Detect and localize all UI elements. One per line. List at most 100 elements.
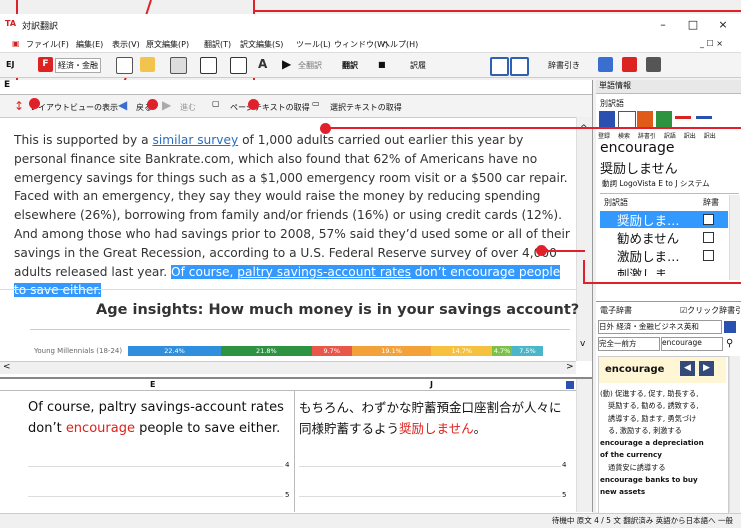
menu-source-edit[interactable]: 原文編集(P) (146, 39, 189, 50)
bookshelf-icon[interactable] (646, 57, 661, 72)
bar-segment-1: 22.4% (128, 346, 222, 356)
layout-horizontal-icon[interactable] (510, 57, 529, 76)
parallel-scrollbar[interactable] (576, 379, 592, 512)
article-text[interactable]: This is supported by a similar survey of… (14, 131, 570, 298)
direction-select[interactable]: EJ (6, 60, 14, 69)
horizontal-scrollbar[interactable]: < > (0, 361, 576, 374)
word-icon[interactable] (656, 111, 672, 127)
web-translate-button[interactable]: 訳履 (410, 60, 426, 71)
scroll-left-icon[interactable]: < (3, 362, 11, 372)
alt-item-4[interactable]: 刺激しま… (617, 264, 680, 276)
layout-columns-icon[interactable] (230, 57, 247, 74)
entry-line: 奨励する, 勧める, 誘致する, (608, 401, 699, 411)
dict-book-icon[interactable] (724, 321, 736, 333)
translate-button[interactable]: 翻訳 (342, 60, 358, 71)
line-number-4-right: 4 (562, 461, 567, 469)
inner-window-controls[interactable]: _ ☐ × (700, 39, 723, 48)
pdf-icon[interactable] (622, 57, 637, 72)
bar-segment-4: 19.1% (351, 346, 432, 356)
open-folder-icon[interactable] (140, 57, 155, 72)
click-lookup-checkbox[interactable]: ☑クリック辞書引 (680, 305, 741, 316)
alt-list-rule (600, 193, 739, 194)
sync-icon[interactable] (566, 381, 574, 389)
next-entry-button[interactable]: ▶ (699, 361, 714, 376)
match-select[interactable]: 完全一前方 (598, 337, 660, 351)
menu-file[interactable]: ファイル(F) (26, 39, 69, 50)
title-bar: TA 対訳翻訳 – □ × (0, 14, 741, 36)
alt-dict-icon-2 (703, 232, 714, 243)
edict-title: 電子辞書 (600, 306, 632, 315)
font-icon[interactable]: A (258, 57, 273, 72)
target-sentence[interactable]: もちろん、わずかな貯蓄預金口座割合が人々に同様貯蓄するよう奨励しません。 (299, 397, 571, 439)
menu-window[interactable]: ウィンドウ(W) (334, 39, 388, 50)
register-icon[interactable] (599, 111, 615, 127)
row-line-4-right (299, 466, 561, 467)
menu-help[interactable]: ヘルプ(H) (382, 39, 418, 50)
new-doc-icon[interactable] (116, 57, 133, 74)
close-button[interactable]: × (710, 17, 736, 33)
selection-text-icon: ▭ (312, 99, 320, 108)
similar-survey-link[interactable]: similar survey (152, 133, 238, 147)
translate-all-button[interactable]: 全翻訳 (298, 60, 322, 71)
scroll-down-icon[interactable]: v (580, 339, 585, 349)
layout-vertical-icon[interactable] (200, 57, 217, 74)
binoculars-icon[interactable]: ⚲ (726, 338, 733, 349)
forward-button[interactable]: 進む (180, 102, 196, 113)
source-sentence[interactable]: Of course, paltry savings-account rates … (28, 397, 290, 439)
layout-arrow-icon: ↕ (14, 99, 25, 113)
layout-split-icon[interactable] (490, 57, 509, 76)
menu-edit[interactable]: 編集(E) (76, 39, 103, 50)
prev-entry-button[interactable]: ◀ (680, 361, 695, 376)
line-number-4-left: 4 (285, 461, 290, 469)
main-translation: 奨励しません (600, 162, 678, 177)
callout-line-5 (325, 127, 741, 129)
normal-icon[interactable] (696, 116, 712, 119)
alt-item-3[interactable]: 激励しま… (617, 246, 680, 265)
scroll-right-icon[interactable]: > (566, 362, 574, 372)
alt-dict-icon-1 (703, 214, 714, 225)
alt-item-2[interactable]: 勧めません (617, 228, 679, 247)
menu-bar: ▣ ファイル(F) 編集(E) 表示(V) 原文編集(P) 翻訳(T) 訳文編集… (0, 36, 741, 53)
article-scrollbar[interactable] (576, 117, 592, 361)
stop-button[interactable]: ■ (378, 60, 386, 69)
alt-list-scrollbar[interactable] (729, 195, 740, 280)
menu-view[interactable]: 表示(V) (112, 39, 140, 50)
menu-target-edit[interactable]: 訳文編集(S) (240, 39, 283, 50)
callout-dot-2 (147, 99, 158, 110)
get-selection-text-button[interactable]: 選択テキストの取得 (330, 102, 402, 113)
forward-icon[interactable]: ▶ (162, 98, 171, 112)
maximize-button[interactable]: □ (680, 17, 706, 33)
savings-bar: 22.4% 21.8% 9.7% 19.1% 14.7% 4.7% 7.5% (128, 346, 543, 356)
play-icon[interactable]: ▶ (282, 57, 291, 71)
layout-view-button[interactable]: レイアウトビューの表示 (30, 102, 118, 113)
menu-doc-icon: ▣ (12, 39, 20, 48)
entry-line: る, 激励する, 刺激する (608, 425, 682, 435)
minimize-button[interactable]: – (650, 17, 676, 33)
book-icon[interactable] (598, 57, 613, 72)
alt-item-1[interactable]: 奨励しま… (617, 210, 680, 229)
field-select[interactable]: 経済・金融 (55, 58, 101, 73)
window-title: 対訳翻訳 (22, 22, 59, 32)
restrict-icon[interactable] (675, 116, 691, 119)
dict-lookup-button[interactable]: 辞書引き (548, 60, 580, 71)
savings-rates-link[interactable]: paltry savings-account rates (237, 265, 411, 279)
bar-segment-7: 7.5% (511, 346, 543, 356)
scroll-up-icon[interactable]: ^ (580, 124, 588, 134)
status-bar: 待機中 原文 4 / 5 文 翻訳済み 英語から日本語へ 一般 (0, 513, 741, 528)
dict-icon[interactable] (637, 111, 653, 127)
entry-scrollbar[interactable] (729, 356, 740, 512)
get-page-text-button[interactable]: ページテキストの取得 (230, 102, 310, 113)
print-icon[interactable] (170, 57, 187, 74)
bar-segment-2: 21.8% (221, 346, 312, 356)
back-icon[interactable]: ◀ (118, 98, 127, 112)
bar-row-label: Young Millennials (18-24) (34, 347, 123, 355)
field-icon: F (38, 57, 53, 72)
menu-tools[interactable]: ツール(L) (296, 39, 331, 50)
target-keyword[interactable]: 奨励しません (399, 421, 474, 436)
callout-dot-5 (536, 245, 547, 256)
search-field[interactable]: encourage (661, 337, 723, 351)
source-keyword[interactable]: encourage (66, 421, 135, 436)
menu-translate[interactable]: 翻訳(T) (204, 39, 231, 50)
divider (0, 289, 576, 290)
dict-select[interactable]: 日外 経済・金融ビジネス英和 (598, 320, 722, 334)
